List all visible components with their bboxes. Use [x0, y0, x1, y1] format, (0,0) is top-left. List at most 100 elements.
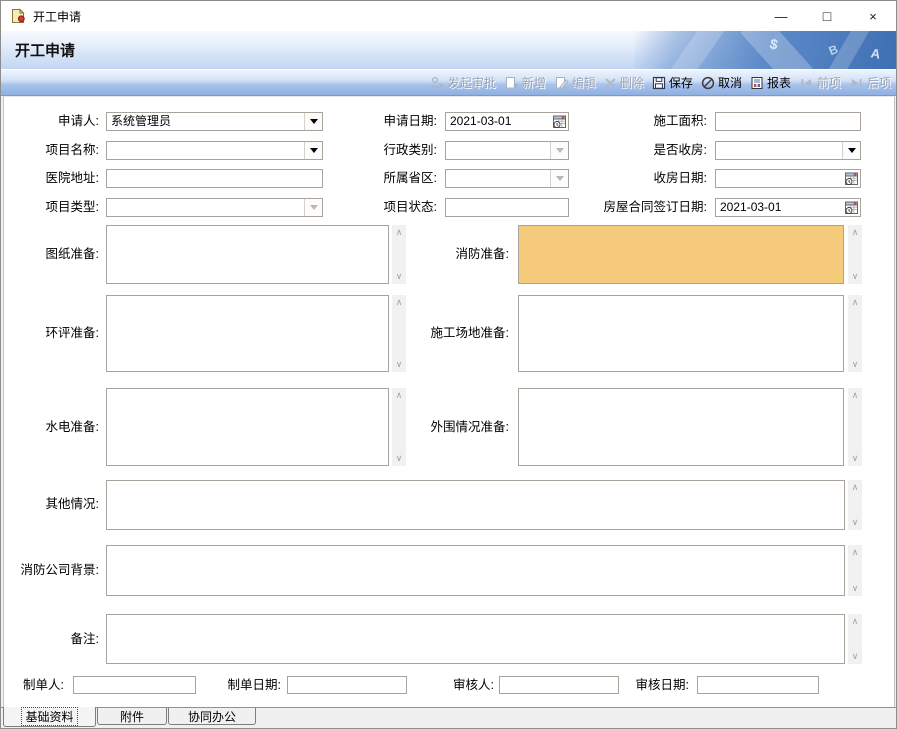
edit-button[interactable]: 编辑 [550, 71, 600, 94]
close-button[interactable]: × [850, 1, 896, 31]
tab-attachments[interactable]: 附件 [97, 708, 167, 725]
scroll-up-icon[interactable] [392, 227, 406, 238]
admin-category-label: 行政类别: [341, 141, 437, 160]
chevron-down-icon[interactable] [550, 170, 568, 187]
scroll-down-icon[interactable] [848, 583, 862, 594]
report-button[interactable]: 报表 [746, 71, 795, 94]
scroll-up-icon[interactable] [848, 227, 862, 238]
scroll-down-icon[interactable] [392, 359, 406, 370]
page-header-banner: 开工申请 $ B A [1, 31, 896, 69]
create-date-input[interactable] [287, 676, 407, 694]
scroll-down-icon[interactable] [392, 271, 406, 282]
scroll-down-icon[interactable] [848, 359, 862, 370]
applicant-combobox[interactable]: 系统管理员 [106, 112, 323, 131]
contract-sign-date-value: 2021-03-01 [720, 200, 781, 215]
fire-company-bg-scrollbar[interactable] [848, 545, 862, 596]
project-type-combobox[interactable] [106, 198, 323, 217]
contract-sign-date-field[interactable]: 2021-03-01 [715, 198, 861, 217]
approval-person-icon [430, 76, 445, 90]
project-status-input[interactable] [445, 198, 569, 217]
construction-area-input[interactable] [715, 112, 861, 131]
edit-pencil-icon [554, 76, 569, 90]
calendar-icon[interactable] [551, 114, 567, 129]
fire-company-bg-textarea[interactable] [106, 545, 845, 596]
hospital-address-input[interactable] [106, 169, 323, 188]
scroll-down-icon[interactable] [848, 453, 862, 464]
house-accepted-label: 是否收房: [601, 141, 707, 160]
chevron-down-icon[interactable] [304, 142, 322, 159]
tab-collaboration[interactable]: 协同办公 [168, 708, 256, 725]
scroll-up-icon[interactable] [848, 547, 862, 558]
calendar-icon[interactable] [843, 171, 859, 186]
save-button[interactable]: 保存 [648, 71, 697, 94]
chevron-down-icon[interactable] [304, 113, 322, 130]
drawing-prep-scrollbar[interactable] [392, 225, 406, 284]
site-prep-textarea[interactable] [518, 295, 844, 372]
admin-category-combobox[interactable] [445, 141, 569, 160]
scroll-down-icon[interactable] [848, 517, 862, 528]
maximize-button[interactable]: □ [804, 1, 850, 31]
creator-input[interactable] [73, 676, 196, 694]
other-info-textarea[interactable] [106, 480, 845, 530]
chevron-down-icon[interactable] [842, 142, 860, 159]
fire-prep-scrollbar[interactable] [848, 225, 862, 284]
site-prep-scrollbar[interactable] [848, 295, 862, 372]
titlebar: 开工申请 — □ × [1, 1, 896, 31]
chevron-down-icon[interactable] [304, 199, 322, 216]
apply-date-field[interactable]: 2021-03-01 [445, 112, 569, 131]
scroll-up-icon[interactable] [848, 297, 862, 308]
scroll-up-icon[interactable] [848, 616, 862, 627]
window-controls: — □ × [758, 1, 896, 31]
fire-prep-textarea[interactable] [518, 225, 844, 284]
scroll-down-icon[interactable] [848, 651, 862, 662]
next-item-button[interactable]: 后项 [845, 71, 895, 94]
chevron-down-icon[interactable] [550, 142, 568, 159]
creator-label: 制单人: [9, 676, 64, 695]
other-info-scrollbar[interactable] [848, 480, 862, 530]
utilities-prep-textarea[interactable] [106, 388, 389, 466]
minimize-button[interactable]: — [758, 1, 804, 31]
scroll-up-icon[interactable] [392, 390, 406, 401]
delete-button[interactable]: 删除 [600, 71, 648, 94]
auditor-input[interactable] [499, 676, 619, 694]
page-title: 开工申请 [15, 40, 75, 61]
project-status-label: 项目状态: [341, 198, 437, 217]
remark-textarea[interactable] [106, 614, 845, 664]
applicant-label: 申请人: [9, 112, 99, 131]
tab-basic-info[interactable]: 基础资料 [3, 707, 96, 727]
scroll-up-icon[interactable] [848, 390, 862, 401]
previous-item-button[interactable]: 前项 [795, 71, 845, 94]
env-prep-label: 环评准备: [9, 324, 99, 343]
house-accept-date-field[interactable] [715, 169, 861, 188]
province-combobox[interactable] [445, 169, 569, 188]
scroll-down-icon[interactable] [848, 271, 862, 282]
scroll-down-icon[interactable] [392, 453, 406, 464]
window-title: 开工申请 [33, 8, 81, 25]
remark-label: 备注: [9, 630, 99, 649]
toolbar: 发起审批 新增 编辑 删除 保存 取消 报表 前项 [1, 69, 896, 96]
create-date-label: 制单日期: [211, 676, 281, 695]
surroundings-prep-scrollbar[interactable] [848, 388, 862, 466]
report-icon [750, 76, 764, 90]
auditor-label: 审核人: [439, 676, 494, 695]
start-approval-button[interactable]: 发起审批 [426, 71, 500, 94]
scroll-up-icon[interactable] [392, 297, 406, 308]
remark-scrollbar[interactable] [848, 614, 862, 664]
drawing-prep-textarea[interactable] [106, 225, 389, 284]
add-new-button[interactable]: 新增 [500, 71, 550, 94]
project-name-combobox[interactable] [106, 141, 323, 160]
env-prep-textarea[interactable] [106, 295, 389, 372]
audit-date-input[interactable] [697, 676, 819, 694]
drawing-prep-label: 图纸准备: [9, 245, 99, 264]
calendar-icon[interactable] [843, 200, 859, 215]
scroll-up-icon[interactable] [848, 482, 862, 493]
cancel-button[interactable]: 取消 [697, 71, 746, 94]
cancel-slash-icon [701, 76, 715, 90]
surroundings-prep-textarea[interactable] [518, 388, 844, 466]
fire-prep-label: 消防准备: [421, 245, 509, 264]
hospital-address-label: 医院地址: [9, 169, 99, 188]
house-accepted-combobox[interactable] [715, 141, 861, 160]
audit-date-label: 审核日期: [629, 676, 689, 695]
env-prep-scrollbar[interactable] [392, 295, 406, 372]
utilities-prep-scrollbar[interactable] [392, 388, 406, 466]
